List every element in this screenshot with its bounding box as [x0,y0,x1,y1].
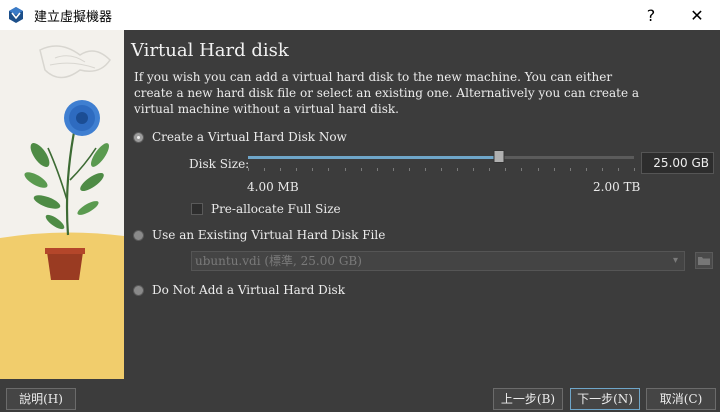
cancel-button[interactable]: 取消(C) [646,388,716,410]
slider-tick [521,168,523,171]
slider-tick [441,168,442,171]
slider-tick [505,168,507,171]
folder-icon[interactable] [695,252,713,269]
slider-tick [424,168,426,171]
disk-size-label: Disk Size: [189,157,250,171]
existing-disk-selected: ubuntu.vdi (標準, 25.00 GB) [195,254,362,268]
slider-tick [360,168,362,171]
slider-tick [344,168,346,171]
chevron-down-icon: ▾ [672,255,678,266]
slider-tick [553,168,555,171]
wizard-main-panel: Virtual Hard disk If you wish you can ad… [124,30,720,379]
slider-tick [328,168,330,171]
preallocate-label: Pre-allocate Full Size [211,202,341,216]
window-title: 建立虛擬機器 [34,9,113,25]
slider-fill [248,156,499,159]
disk-size-min-label: 4.00 MB [247,180,299,194]
slider-tick [408,168,410,171]
slider-tick [264,168,266,171]
disk-size-slider[interactable] [248,150,634,164]
radio-indicator [133,284,144,296]
slider-tick [601,168,603,171]
disk-size-max-label: 2.00 TB [593,180,641,194]
slider-tick [634,168,635,171]
slider-tick [585,168,587,171]
slider-tick [617,168,619,171]
disk-size-input[interactable]: 25.00 GB [641,152,714,174]
radio-no-disk-label: Do Not Add a Virtual Hard Disk [152,283,345,297]
close-button[interactable]: ✕ [674,0,720,30]
slider-tick [312,168,314,171]
help-button[interactable]: 說明(H) [6,388,76,410]
slider-ticks [248,168,635,172]
slider-tick [489,168,491,171]
radio-indicator [133,229,144,241]
back-button[interactable]: 上一步(B) [493,388,563,410]
radio-indicator [133,131,144,143]
radio-existing-disk[interactable]: Use an Existing Virtual Hard Disk File [133,228,385,242]
wizard-side-image [0,30,124,379]
slider-tick [392,168,394,171]
slider-tick [473,168,475,171]
radio-create-disk[interactable]: Create a Virtual Hard Disk Now [133,130,347,144]
next-button[interactable]: 下一步(N) [570,388,640,410]
existing-disk-combo[interactable]: ubuntu.vdi (標準, 25.00 GB) ▾ [191,251,685,271]
preallocate-checkbox[interactable]: Pre-allocate Full Size [191,202,341,216]
radio-create-label: Create a Virtual Hard Disk Now [152,130,347,144]
checkbox-box [191,203,203,215]
radio-existing-label: Use an Existing Virtual Hard Disk File [152,228,386,242]
slider-tick [248,168,249,171]
title-bar: 建立虛擬機器 ? ✕ [0,0,720,30]
slider-tick [569,168,571,171]
slider-tick [537,168,539,171]
virtualbox-icon [9,7,23,23]
page-description: If you wish you can add a virtual hard d… [134,70,640,116]
slider-handle[interactable] [493,150,505,163]
slider-tick [376,168,378,171]
slider-tick [296,168,298,171]
radio-no-disk[interactable]: Do Not Add a Virtual Hard Disk [133,283,345,297]
help-title-button[interactable]: ? [628,0,674,30]
slider-tick [280,168,282,171]
question-icon: ? [646,5,656,25]
slider-tick [457,168,459,171]
page-title: Virtual Hard disk [131,40,289,61]
close-icon: ✕ [690,5,704,25]
